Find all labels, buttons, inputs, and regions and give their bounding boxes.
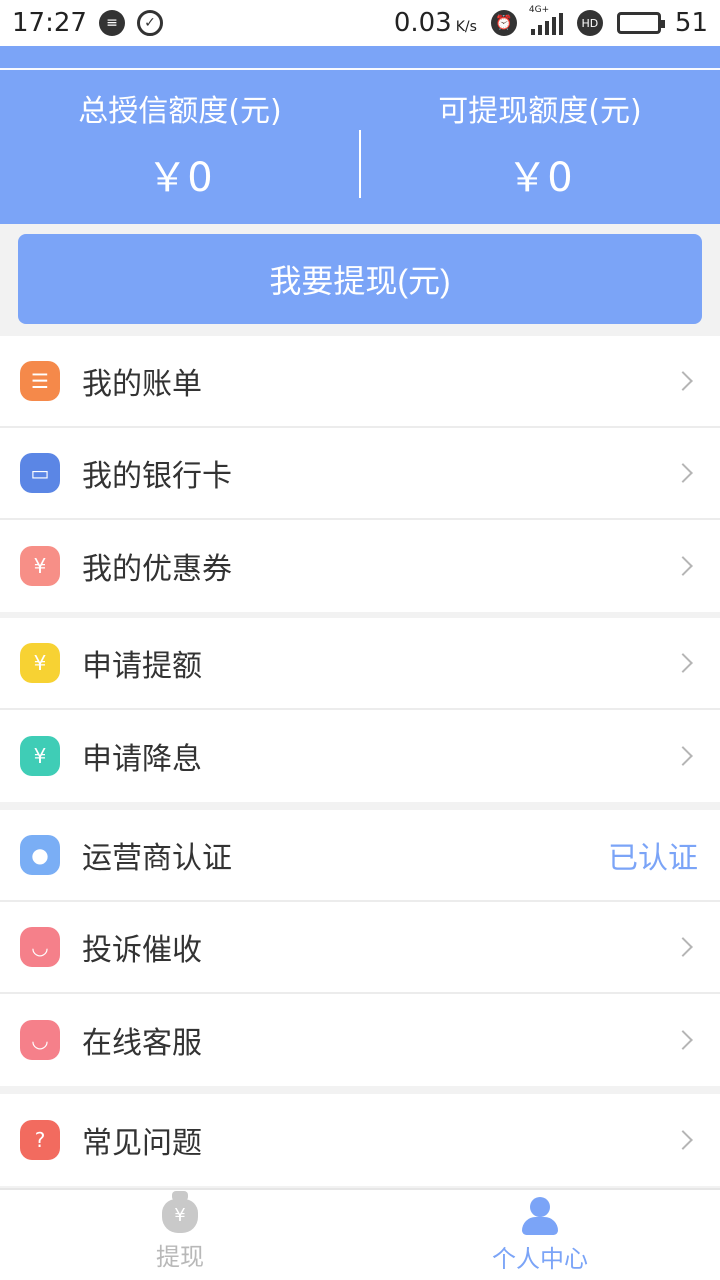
menu-group-apply: ¥ 申请提额 ¥ 申请降息 — [0, 618, 720, 802]
bank-card-icon: ▭ — [20, 453, 60, 493]
menu-label: 我的银行卡 — [82, 459, 232, 494]
menu-label: 在线客服 — [82, 1026, 202, 1061]
chat-bubble-icon: ◡ — [20, 1020, 60, 1060]
verified-user-icon: ● — [20, 835, 60, 875]
money-bag-icon: ¥ — [20, 736, 60, 776]
chevron-right-icon — [673, 371, 693, 391]
menu-item-online-support[interactable]: ◡ 在线客服 — [0, 994, 720, 1086]
message-icon: ≡ — [98, 10, 125, 36]
menu-item-bank-cards[interactable]: ▭ 我的银行卡 — [0, 428, 720, 520]
verification-status: 已认证 — [608, 841, 698, 876]
menu-item-lower-interest[interactable]: ¥ 申请降息 — [0, 710, 720, 802]
status-time: 17:27 — [12, 8, 87, 38]
chevron-right-icon — [673, 653, 693, 673]
withdrawable-label: 可提现额度(元) — [438, 94, 642, 129]
total-credit-value: ￥0 — [147, 155, 213, 201]
network-type: 4G+ — [528, 5, 550, 15]
battery-level: 51 — [674, 8, 708, 38]
menu-item-complaint[interactable]: ◡ 投诉催收 — [0, 902, 720, 994]
menu-label: 运营商认证 — [82, 841, 232, 876]
menu-item-carrier-verification[interactable]: ● 运营商认证 已认证 — [0, 810, 720, 902]
withdrawable-value: ￥0 — [507, 155, 573, 201]
signal-icon: 4G+ — [529, 5, 563, 35]
hd-icon: HD — [576, 10, 603, 36]
check-circle-icon: ✓ — [136, 10, 163, 36]
menu-label: 常见问题 — [82, 1126, 202, 1161]
status-bar: 17:27 ≡ ✓ 0.03 K/s ⏰ 4G+ HD 51 — [0, 0, 720, 46]
menu-label: 我的账单 — [82, 367, 202, 402]
chevron-right-icon — [673, 1030, 693, 1050]
network-speed-unit: K/s — [455, 19, 477, 35]
tab-label: 提现 — [156, 1242, 204, 1271]
coupon-icon: ¥ — [20, 546, 60, 586]
menu-item-coupons[interactable]: ¥ 我的优惠券 — [0, 520, 720, 612]
credit-header: 总授信额度(元) ￥0 可提现额度(元) ￥0 — [0, 46, 720, 224]
tab-profile[interactable]: 个人中心 — [360, 1190, 720, 1280]
tab-label: 个人中心 — [492, 1244, 588, 1273]
network-speed: 0.03 K/s — [394, 8, 477, 38]
user-icon — [520, 1196, 560, 1235]
menu-label: 投诉催收 — [82, 933, 202, 968]
battery-icon — [616, 12, 665, 34]
chevron-right-icon — [673, 556, 693, 576]
money-bag-icon: ¥ — [162, 1190, 198, 1233]
header-divider-line — [0, 68, 720, 70]
menu-group-account: ☰ 我的账单 ▭ 我的银行卡 ¥ 我的优惠券 — [0, 336, 720, 612]
menu-item-bills[interactable]: ☰ 我的账单 — [0, 336, 720, 428]
chevron-right-icon — [673, 937, 693, 957]
withdraw-section: 我要提现(元) — [0, 224, 720, 336]
question-icon: ? — [20, 1120, 60, 1160]
bill-icon: ☰ — [20, 361, 60, 401]
menu-group-help: ? 常见问题 — [0, 1094, 720, 1186]
menu-label: 我的优惠券 — [82, 552, 232, 587]
withdraw-button[interactable]: 我要提现(元) — [18, 234, 702, 324]
chat-bubble-icon: ◡ — [20, 927, 60, 967]
menu-group-service: ● 运营商认证 已认证 ◡ 投诉催收 ◡ 在线客服 — [0, 810, 720, 1086]
menu-item-faq[interactable]: ? 常见问题 — [0, 1094, 720, 1186]
menu-item-raise-limit[interactable]: ¥ 申请提额 — [0, 618, 720, 710]
total-credit-label: 总授信额度(元) — [78, 94, 282, 129]
menu-label: 申请降息 — [82, 742, 202, 777]
alarm-icon: ⏰ — [490, 10, 517, 36]
bottom-nav: ¥ 提现 个人中心 — [0, 1188, 720, 1280]
network-speed-value: 0.03 — [393, 8, 452, 38]
chevron-right-icon — [673, 746, 693, 766]
menu-label: 申请提额 — [82, 649, 202, 684]
money-bag-icon: ¥ — [20, 643, 60, 683]
tab-withdraw[interactable]: ¥ 提现 — [0, 1190, 360, 1280]
total-credit-block: 总授信额度(元) ￥0 — [0, 92, 360, 202]
withdrawable-block: 可提现额度(元) ￥0 — [360, 92, 720, 202]
chevron-right-icon — [673, 463, 693, 483]
chevron-right-icon — [673, 1130, 693, 1150]
